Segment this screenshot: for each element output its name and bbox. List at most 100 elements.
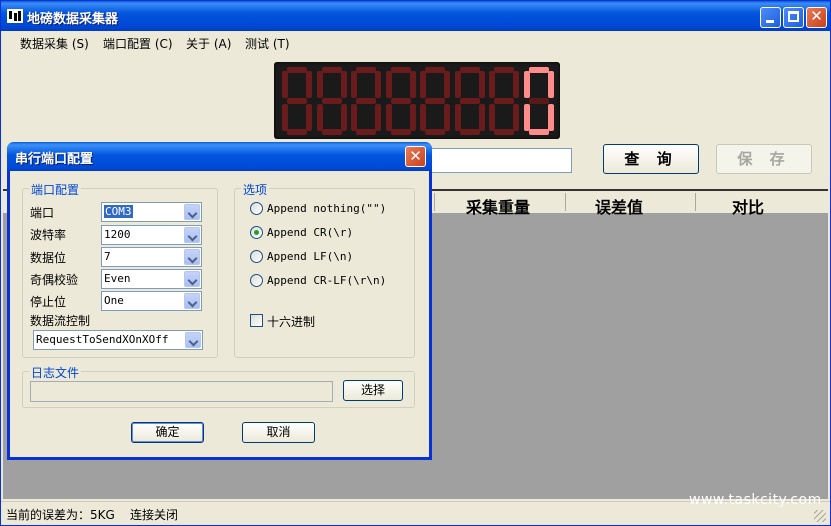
port-value: COM3: [104, 205, 133, 218]
display-segment: [385, 71, 392, 98]
display-segment: [547, 104, 554, 131]
maximize-icon: [788, 11, 799, 22]
dialog-title: 串行端口配置: [15, 152, 94, 167]
title-bar[interactable]: 地磅数据采集器 ✕: [1, 1, 830, 31]
display-segment: [321, 67, 342, 73]
chevron-down-icon[interactable]: [184, 293, 200, 309]
stopbits-value: One: [104, 294, 124, 307]
close-icon: ✕: [409, 147, 422, 165]
status-connection: 连接关闭: [130, 508, 179, 522]
display-segment: [340, 71, 347, 98]
display-segment: [478, 71, 485, 98]
display-segment: [478, 104, 485, 131]
menu-port-config[interactable]: 端口配置 (C): [103, 35, 173, 52]
display-segment: [390, 98, 411, 104]
display-segment: [523, 104, 530, 131]
baud-select[interactable]: 1200: [101, 225, 202, 245]
display-segment: [528, 67, 549, 73]
display-segment: [351, 104, 357, 131]
radio-append-crlf[interactable]: [250, 274, 263, 287]
radio-label-append-crlf[interactable]: Append CR-LF(\r\n): [267, 274, 386, 287]
display-digit: [282, 67, 312, 135]
display-segment: [316, 104, 323, 131]
display-digit: [523, 67, 554, 135]
display-segment: [356, 129, 376, 135]
menu-test[interactable]: 测试 (T): [245, 35, 290, 52]
display-segment: [523, 71, 530, 98]
group-label-log: 日志文件: [29, 364, 82, 381]
status-error: 当前的误差为：5KG: [6, 508, 115, 522]
display-segment: [321, 129, 342, 135]
close-button[interactable]: ✕: [806, 7, 827, 28]
group-label-options: 选项: [241, 181, 270, 198]
radio-label-append-lf[interactable]: Append LF(\n): [267, 250, 353, 263]
stopbits-select[interactable]: One: [101, 291, 202, 311]
column-header-error[interactable]: 误差值: [595, 194, 643, 218]
menu-data-collect[interactable]: 数据采集 (S): [20, 35, 89, 52]
label-flow-control: 数据流控制: [30, 314, 91, 328]
chevron-down-icon[interactable]: [185, 332, 201, 348]
maximize-button[interactable]: [783, 7, 804, 28]
browse-button[interactable]: 选择: [343, 380, 403, 401]
label-baud: 波特率: [30, 228, 67, 242]
display-segment: [409, 71, 416, 98]
save-button: 保 存: [716, 144, 812, 174]
flow-control-value: RequestToSendXOnXOff: [36, 333, 169, 346]
display-segment: [420, 104, 426, 131]
cancel-button[interactable]: 取消: [242, 422, 315, 443]
port-select[interactable]: COM3: [101, 202, 202, 222]
radio-label-append-cr[interactable]: Append CR(\r): [267, 226, 353, 239]
display-segment: [425, 98, 445, 104]
menu-about[interactable]: 关于 (A): [186, 35, 231, 52]
display-segment: [459, 129, 480, 135]
parity-select[interactable]: Even: [101, 269, 202, 289]
weight-display: [274, 62, 560, 139]
label-port: 端口: [30, 206, 55, 220]
hex-checkbox[interactable]: [250, 314, 263, 327]
label-databits: 数据位: [30, 251, 67, 265]
chevron-down-icon[interactable]: [184, 204, 200, 220]
chevron-down-icon[interactable]: [184, 227, 200, 243]
display-digit: [385, 67, 416, 135]
display-segment: [454, 71, 461, 98]
radio-append-cr[interactable]: [250, 226, 263, 239]
chevron-down-icon[interactable]: [184, 271, 200, 287]
window-title: 地磅数据采集器: [27, 12, 119, 27]
display-segment: [287, 129, 307, 135]
radio-label-append-nothing[interactable]: Append nothing(""): [267, 202, 386, 215]
databits-select[interactable]: 7: [101, 247, 202, 267]
flow-control-select[interactable]: RequestToSendXOnXOff: [33, 330, 203, 350]
display-segment: [494, 129, 514, 135]
display-segment: [356, 98, 376, 104]
databits-value: 7: [104, 250, 111, 263]
display-segment: [287, 67, 307, 73]
resize-grip-icon[interactable]: [814, 510, 826, 522]
ok-button[interactable]: 确定: [131, 422, 204, 443]
chevron-down-icon[interactable]: [184, 249, 200, 265]
display-digit: [454, 67, 485, 135]
query-button[interactable]: 查 询: [603, 144, 699, 174]
display-segment: [444, 104, 450, 131]
display-segment: [351, 71, 357, 98]
display-segment: [385, 104, 392, 131]
log-file-input[interactable]: [30, 381, 333, 402]
minimize-button[interactable]: [760, 7, 781, 28]
display-digit: [351, 67, 381, 135]
display-segment: [321, 98, 342, 104]
group-label-port: 端口配置: [29, 181, 82, 198]
display-segment: [459, 98, 480, 104]
display-segment: [454, 104, 461, 131]
dialog-title-bar[interactable]: 串行端口配置 ✕: [7, 142, 432, 171]
display-segment: [494, 98, 514, 104]
display-digit: [489, 67, 519, 135]
column-header-compare[interactable]: 对比: [732, 194, 764, 218]
weight-input[interactable]: [421, 148, 572, 173]
hex-checkbox-label[interactable]: 十六进制: [267, 313, 315, 330]
column-divider: [434, 193, 435, 211]
dialog-close-button[interactable]: ✕: [405, 146, 426, 167]
label-stopbits: 停止位: [30, 295, 67, 309]
radio-append-nothing[interactable]: [250, 202, 263, 215]
radio-append-lf[interactable]: [250, 250, 263, 263]
column-header-weight[interactable]: 采集重量: [466, 194, 530, 218]
display-segment: [390, 67, 411, 73]
